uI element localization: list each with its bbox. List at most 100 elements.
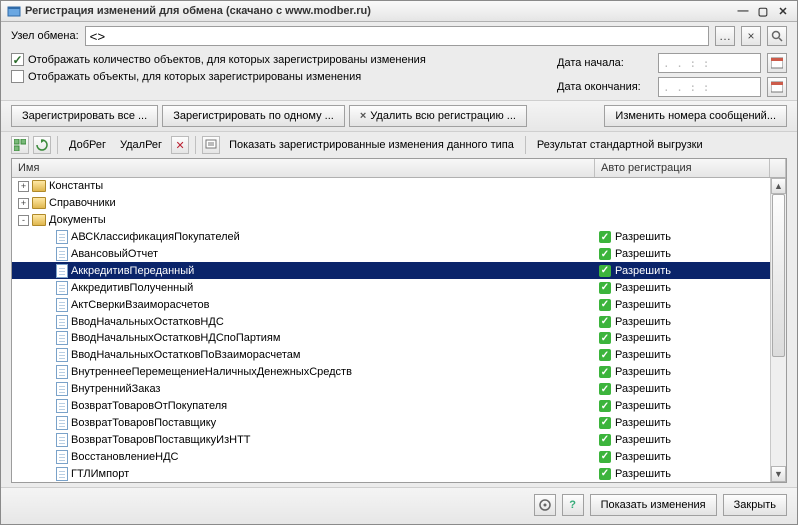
auto-reg-check-icon: ✓ bbox=[599, 366, 611, 378]
options-row: ✓ Отображать количество объектов, для ко… bbox=[1, 50, 797, 100]
document-icon bbox=[56, 365, 68, 379]
scroll-up-button[interactable]: ▲ bbox=[771, 178, 786, 194]
tree-item[interactable]: ВводНачальныхОстатковНДСпоПартиям ✓ Разр… bbox=[12, 330, 770, 347]
window-title: Регистрация изменений для обмена (скачан… bbox=[25, 5, 731, 17]
auto-reg-check-icon: ✓ bbox=[599, 248, 611, 260]
show-counts-checkbox[interactable]: ✓ bbox=[11, 53, 24, 66]
delete-icon[interactable]: ✕ bbox=[171, 136, 189, 154]
tree-root[interactable]: + Константы bbox=[12, 178, 770, 195]
refresh-icon[interactable] bbox=[33, 136, 51, 154]
tree-item-label: ВводНачальныхОстатковНДС bbox=[71, 316, 224, 328]
tree-item[interactable]: ВнутреннееПеремещениеНаличныхДенежныхСре… bbox=[12, 364, 770, 381]
tree-item-label: ВозвратТоваровПоставщику bbox=[71, 417, 216, 429]
scroll-down-button[interactable]: ▼ bbox=[771, 466, 786, 482]
tree-icon[interactable] bbox=[11, 136, 29, 154]
dobreg-button[interactable]: ДобРег bbox=[64, 136, 111, 154]
date-end-field[interactable]: . . : : bbox=[658, 77, 761, 97]
column-auto[interactable]: Авто регистрация bbox=[595, 159, 770, 177]
date-start-field[interactable]: . . : : bbox=[658, 53, 761, 73]
auto-reg-check-icon: ✓ bbox=[599, 383, 611, 395]
tree-item[interactable]: ВводНачальныхОстатковПоВзаиморасчетам ✓ … bbox=[12, 347, 770, 364]
vertical-scrollbar[interactable]: ▲ ▼ bbox=[770, 178, 786, 482]
scroll-thumb[interactable] bbox=[772, 194, 785, 357]
auto-reg-check-icon: ✓ bbox=[599, 265, 611, 277]
filter-icon[interactable] bbox=[202, 136, 220, 154]
secondary-toolbar: ДобРег УдалРег ✕ Показать зарегистрирова… bbox=[1, 132, 797, 158]
tree-root[interactable]: + Справочники bbox=[12, 195, 770, 212]
tree-item[interactable]: ВводНачальныхОстатковНДС ✓ Разрешить bbox=[12, 313, 770, 330]
tree-expander[interactable]: + bbox=[18, 198, 29, 209]
scroll-track[interactable] bbox=[771, 194, 786, 466]
footer: ? Показать изменения Закрыть bbox=[1, 487, 797, 524]
auto-reg-value: Разрешить bbox=[615, 332, 671, 344]
close-window-button[interactable]: Закрыть bbox=[723, 494, 787, 516]
tree-expander[interactable]: + bbox=[18, 181, 29, 192]
tree-expander[interactable]: - bbox=[18, 215, 29, 226]
tree-item[interactable]: ВосстановлениеНДС ✓ Разрешить bbox=[12, 448, 770, 465]
close-button[interactable]: ✕ bbox=[775, 5, 791, 18]
document-icon bbox=[56, 315, 68, 329]
exchange-node-field[interactable] bbox=[85, 26, 709, 46]
tree-item-label: ВводНачальныхОстатковНДСпоПартиям bbox=[71, 332, 280, 344]
document-icon bbox=[56, 298, 68, 312]
app-icon bbox=[7, 4, 21, 18]
column-name[interactable]: Имя bbox=[12, 159, 595, 177]
separator bbox=[57, 136, 58, 154]
auto-reg-value: Разрешить bbox=[615, 468, 671, 480]
register-all-button[interactable]: Зарегистрировать все ... bbox=[11, 105, 158, 127]
tree-item[interactable]: АвансовыйОтчет ✓ Разрешить bbox=[12, 246, 770, 263]
document-icon bbox=[56, 264, 68, 278]
titlebar: Регистрация изменений для обмена (скачан… bbox=[1, 1, 797, 22]
maximize-button[interactable]: ▢ bbox=[755, 5, 771, 18]
select-node-button[interactable]: … bbox=[715, 26, 735, 46]
tree-item[interactable]: ВозвратТоваровПоставщикуИзНТТ ✓ Разрешит… bbox=[12, 431, 770, 448]
show-registered-changes-button[interactable]: Показать зарегистрированные изменения да… bbox=[224, 136, 519, 154]
document-icon bbox=[56, 450, 68, 464]
document-icon bbox=[56, 230, 68, 244]
auto-reg-value: Разрешить bbox=[615, 282, 671, 294]
tree-root-label: Справочники bbox=[49, 197, 116, 209]
help-icon[interactable]: ? bbox=[562, 494, 584, 516]
main-toolbar: Зарегистрировать все ... Зарегистрироват… bbox=[1, 100, 797, 132]
document-icon bbox=[56, 281, 68, 295]
separator-2 bbox=[195, 136, 196, 154]
auto-reg-check-icon: ✓ bbox=[599, 282, 611, 294]
show-counts-label: Отображать количество объектов, для кото… bbox=[28, 54, 426, 66]
column-scroll-spacer bbox=[770, 159, 786, 177]
settings-icon[interactable] bbox=[534, 494, 556, 516]
tree-item[interactable]: АктСверкиВзаиморасчетов ✓ Разрешить bbox=[12, 296, 770, 313]
date-end-calendar-button[interactable] bbox=[767, 77, 787, 97]
delete-all-registration-button[interactable]: ×Удалить всю регистрацию ... bbox=[349, 105, 527, 127]
clear-node-button[interactable]: × bbox=[741, 26, 761, 46]
tree-item[interactable]: АккредитивПолученный ✓ Разрешить bbox=[12, 279, 770, 296]
auto-reg-value: Разрешить bbox=[615, 383, 671, 395]
udalreg-button[interactable]: УдалРег bbox=[115, 136, 167, 154]
show-changes-button[interactable]: Показать изменения bbox=[590, 494, 717, 516]
tree-item[interactable]: ВнутреннийЗаказ ✓ Разрешить bbox=[12, 381, 770, 398]
tree-item[interactable]: ВозвратТоваровПоставщику ✓ Разрешить bbox=[12, 414, 770, 431]
show-objects-checkbox[interactable] bbox=[11, 70, 24, 83]
tree-view[interactable]: + Константы + Справочники - Документы АВ… bbox=[12, 178, 770, 482]
auto-reg-check-icon: ✓ bbox=[599, 451, 611, 463]
tree-item-label: АктСверкиВзаиморасчетов bbox=[71, 299, 209, 311]
tree-item-label: АккредитивПереданный bbox=[71, 265, 194, 277]
standard-export-result-button[interactable]: Результат стандартной выгрузки bbox=[532, 136, 708, 154]
document-icon bbox=[56, 399, 68, 413]
auto-reg-check-icon: ✓ bbox=[599, 231, 611, 243]
document-icon bbox=[56, 416, 68, 430]
tree-item[interactable]: ВозвратТоваровОтПокупателя ✓ Разрешить bbox=[12, 398, 770, 415]
date-start-calendar-button[interactable] bbox=[767, 53, 787, 73]
tree-root[interactable]: - Документы bbox=[12, 212, 770, 229]
register-one-button[interactable]: Зарегистрировать по одному ... bbox=[162, 105, 345, 127]
search-node-button[interactable] bbox=[767, 26, 787, 46]
tree-item[interactable]: АккредитивПереданный ✓ Разрешить bbox=[12, 262, 770, 279]
tree-root-label: Константы bbox=[49, 180, 103, 192]
tree-item[interactable]: ГТЛИмпорт ✓ Разрешить bbox=[12, 465, 770, 482]
auto-reg-value: Разрешить bbox=[615, 265, 671, 277]
auto-reg-check-icon: ✓ bbox=[599, 332, 611, 344]
change-message-numbers-button[interactable]: Изменить номера сообщений... bbox=[604, 105, 787, 127]
tree-item[interactable]: АВСКлассификацияПокупателей ✓ Разрешить bbox=[12, 229, 770, 246]
tree-item-label: ВводНачальныхОстатковПоВзаиморасчетам bbox=[71, 349, 300, 361]
document-icon bbox=[56, 348, 68, 362]
minimize-button[interactable]: — bbox=[735, 5, 751, 17]
